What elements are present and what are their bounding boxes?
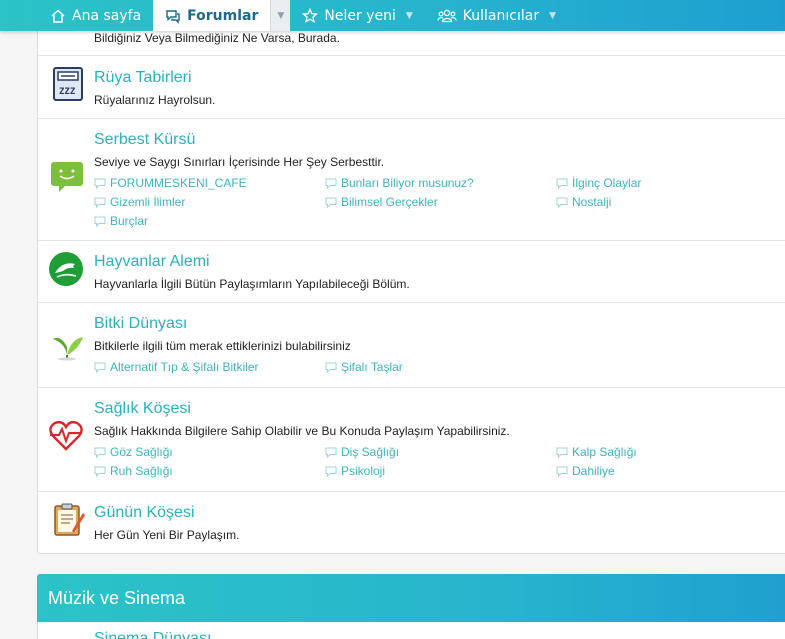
subforum-label: Nostalji <box>572 195 612 209</box>
forum-node: Hayvanlar Alemi Hayvanlarla İlgili Bütün… <box>38 240 785 303</box>
subforum-link[interactable]: İlginç Olaylar <box>556 176 641 190</box>
nav-members-label: Kullanıcılar <box>462 7 540 24</box>
comment-icon <box>325 362 337 373</box>
subforum-label: İlginç Olaylar <box>572 176 642 190</box>
nav-tab-forums[interactable]: Forumlar ▼ <box>153 0 291 31</box>
node-description: Bildiğiniz Veya Bilmediğiniz Ne Varsa, B… <box>94 31 340 45</box>
node-description: Sağlık Hakkında Bilgilere Sahip Olabilir… <box>94 424 510 438</box>
heartbeat-icon <box>48 417 84 453</box>
subforum-link[interactable]: Kalp Sağlığı <box>556 445 637 459</box>
comment-icon <box>94 362 106 373</box>
nav-tab-home[interactable]: Ana sayfa <box>38 0 153 31</box>
zzz-book-icon: ZZZ <box>50 66 86 102</box>
comment-icon <box>556 466 568 477</box>
category-title-link[interactable]: Müzik ve Sinema <box>48 588 185 609</box>
comment-icon <box>94 216 106 227</box>
category-header: Müzik ve Sinema <box>37 574 785 622</box>
chevron-down-icon[interactable]: ▼ <box>406 11 413 21</box>
comment-icon <box>325 447 337 458</box>
chevron-down-icon[interactable]: ▼ <box>270 0 291 31</box>
nav-home-label: Ana sayfa <box>72 7 142 24</box>
subforum-label: Ruh Sağlığı <box>110 464 173 478</box>
subforum-link[interactable]: Ruh Sağlığı <box>94 464 173 478</box>
comment-icon <box>94 197 106 208</box>
forum-node: Günün Köşesi Her Gün Yeni Bir Paylaşım. <box>38 491 785 553</box>
subforum-label: Burçlar <box>110 214 149 228</box>
nav-whats-new-label: Neler yeni <box>324 7 396 24</box>
subforum-label: Bilimsel Gerçekler <box>341 195 438 209</box>
dolphin-icon <box>48 251 84 287</box>
category-body: Sinema Dünyası <box>37 622 785 639</box>
subforum-link[interactable]: Dahiliye <box>556 464 615 478</box>
node-description: Hayvanlarla İlgili Bütün Paylaşımların Y… <box>94 277 410 291</box>
forum-node: Bitki Dünyası Bitkilerle ilgili tüm mera… <box>38 302 785 388</box>
star-icon <box>302 7 319 24</box>
speech-bubble-icon <box>49 158 85 194</box>
nav-tab-whats-new[interactable]: Neler yeni ▼ <box>290 0 424 31</box>
forum-node: Sağlık Köşesi Sağlık Hakkında Bilgilere … <box>38 387 785 492</box>
subforum-label: FORUMMESKENI_CAFE <box>110 176 247 190</box>
nav-forums-label: Forumlar <box>187 7 259 24</box>
subforum-link[interactable]: Alternatif Tıp & Şifalı Bitkiler <box>94 360 259 374</box>
comment-icon <box>325 178 337 189</box>
subforum-link[interactable]: Psikoloji <box>325 464 385 478</box>
chevron-down-icon[interactable]: ▼ <box>549 11 556 21</box>
subforum-label: Bunları Biliyor musunuz? <box>341 176 474 190</box>
forum-node-list: Bildiğiniz Veya Bilmediğiniz Ne Varsa, B… <box>37 2 785 554</box>
subforum-label: Kalp Sağlığı <box>572 445 637 459</box>
users-icon <box>437 8 457 24</box>
forum-node: ZZZ Rüya Tabirleri Rüyalarınız Hayrolsun… <box>38 56 785 119</box>
node-description: Seviye ve Saygı Sınırları İçerisinde Her… <box>94 155 385 169</box>
subforum-link[interactable]: Burçlar <box>94 214 148 228</box>
chat-icon <box>165 8 181 24</box>
comment-icon <box>94 178 106 189</box>
subforum-label: Göz Sağlığı <box>110 445 173 459</box>
subforum-label: Dahiliye <box>572 464 615 478</box>
subforum-link[interactable]: Göz Sağlığı <box>94 445 173 459</box>
clipboard-icon <box>50 501 86 537</box>
node-title-link[interactable]: Bitki Dünyası <box>94 315 187 333</box>
subforum-label: Gizemli İlimler <box>110 195 186 209</box>
node-title-link[interactable]: Günün Köşesi <box>94 504 195 522</box>
comment-icon <box>556 178 568 189</box>
comment-icon <box>325 197 337 208</box>
node-title-link[interactable]: Rüya Tabirleri <box>94 69 192 87</box>
subforum-link[interactable]: Diş Sağlığı <box>325 445 399 459</box>
comment-icon <box>94 466 106 477</box>
subforum-link[interactable]: FORUMMESKENI_CAFE <box>94 176 247 190</box>
node-title-link[interactable]: Serbest Kürsü <box>94 131 195 149</box>
subforum-link[interactable]: Gizemli İlimler <box>94 195 185 209</box>
comment-icon <box>556 447 568 458</box>
subforum-link[interactable]: Bunları Biliyor musunuz? <box>325 176 474 190</box>
forum-node: Serbest Kürsü Seviye ve Saygı Sınırları … <box>38 118 785 241</box>
subforum-link[interactable]: Şifalı Taşlar <box>325 360 403 374</box>
node-title-link[interactable]: Sinema Dünyası <box>94 630 211 639</box>
home-icon <box>50 8 66 24</box>
subforum-link[interactable]: Nostalji <box>556 195 611 209</box>
subforum-label: Diş Sağlığı <box>341 445 400 459</box>
comment-icon <box>556 197 568 208</box>
subforum-link[interactable]: Bilimsel Gerçekler <box>325 195 438 209</box>
svg-text:ZZZ: ZZZ <box>59 87 76 97</box>
leaf-icon <box>49 325 85 361</box>
node-title-link[interactable]: Hayvanlar Alemi <box>94 253 210 271</box>
top-navigation: Ana sayfa Forumlar ▼ Neler yeni ▼ Kullan… <box>0 0 785 31</box>
node-description: Rüyalarınız Hayrolsun. <box>94 93 216 107</box>
subforum-label: Alternatif Tıp & Şifalı Bitkiler <box>110 360 259 374</box>
comment-icon <box>325 466 337 477</box>
subforum-label: Psikoloji <box>341 464 386 478</box>
subforum-label: Şifalı Taşlar <box>341 360 403 374</box>
nav-tab-members[interactable]: Kullanıcılar ▼ <box>425 0 568 31</box>
node-description: Bitkilerle ilgili tüm merak ettikleriniz… <box>94 339 351 353</box>
node-description: Her Gün Yeni Bir Paylaşım. <box>94 528 240 542</box>
comment-icon <box>94 447 106 458</box>
node-title-link[interactable]: Sağlık Köşesi <box>94 400 191 418</box>
